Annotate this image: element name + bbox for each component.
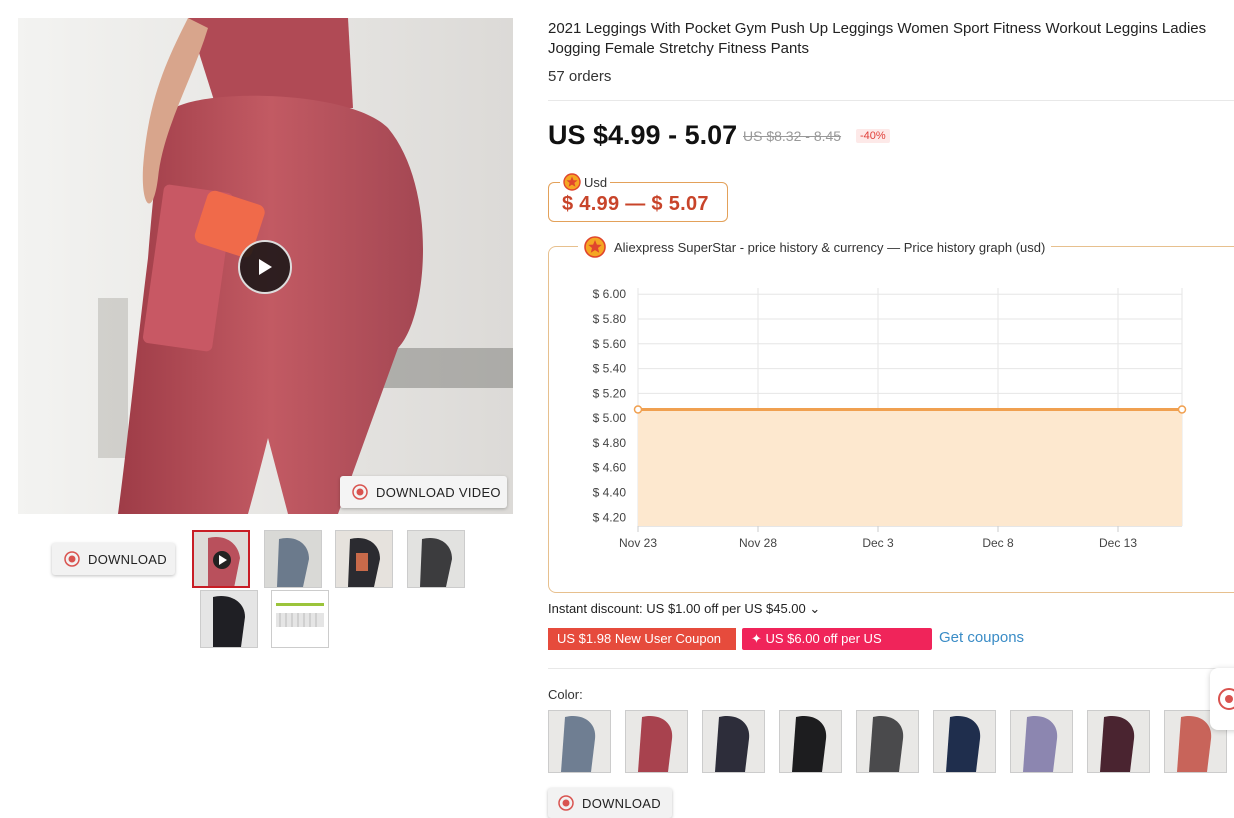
color-swatch[interactable] [1010, 710, 1073, 773]
download-label: DOWNLOAD [88, 551, 167, 567]
color-swatch[interactable] [856, 710, 919, 773]
color-swatch[interactable] [702, 710, 765, 773]
discount-badge: -40% [856, 129, 890, 143]
y-tick-label: $ 5.40 [593, 362, 627, 376]
x-tick-label: Nov 23 [619, 536, 657, 550]
superstar-icon [584, 236, 606, 258]
data-point [633, 405, 643, 414]
download-video-button[interactable]: DOWNLOAD VIDEO [340, 476, 507, 508]
thumbnail-image[interactable] [335, 530, 393, 588]
thumbnail-image[interactable] [200, 590, 258, 648]
currency-price-range: $ 4.99 — $ 5.07 [562, 193, 709, 215]
original-price: US $8.32 - 8.45 [743, 128, 842, 144]
current-price: US $4.99 - 5.07 [548, 120, 738, 150]
store-coupon[interactable]: ✦ US $6.00 off per US $65.00 [742, 628, 932, 668]
thumbnail-image[interactable] [407, 530, 465, 588]
y-tick-label: $ 4.60 [593, 461, 627, 475]
play-video-button[interactable] [238, 240, 292, 294]
new-user-coupon[interactable]: US $1.98 New User Coupon [548, 628, 736, 650]
y-tick-label: $ 5.00 [593, 411, 627, 425]
instant-discount[interactable]: Instant discount: US $1.00 off per US $4… [548, 601, 820, 617]
thumbnail-video[interactable] [192, 530, 250, 588]
price-history-title: Aliexpress SuperStar - price history & c… [578, 236, 1052, 258]
play-icon [259, 259, 272, 275]
color-label: Color: [548, 687, 583, 702]
data-point [1177, 405, 1187, 414]
target-icon [558, 795, 574, 811]
target-icon [352, 484, 368, 500]
orders-count: 57 orders [548, 68, 612, 85]
panel-border [1084, 246, 1234, 247]
download-button[interactable]: DOWNLOAD [52, 543, 175, 575]
y-tick-label: $ 5.80 [593, 312, 627, 326]
x-tick-label: Dec 3 [862, 536, 894, 550]
y-tick-label: $ 4.80 [593, 436, 627, 450]
color-swatch[interactable] [779, 710, 842, 773]
color-swatch[interactable] [933, 710, 996, 773]
y-tick-label: $ 4.40 [593, 486, 627, 500]
x-axis: Nov 23 Nov 28 Dec 3 Dec 8 Dec 13 [619, 526, 1137, 550]
y-tick-label: $ 6.00 [593, 287, 627, 301]
target-icon [1218, 688, 1234, 710]
thumbnail-size-chart[interactable] [271, 590, 329, 648]
get-coupons-link[interactable]: Get coupons [939, 629, 1024, 646]
y-tick-label: $ 5.60 [593, 337, 627, 351]
color-swatch[interactable] [1087, 710, 1150, 773]
color-swatch[interactable] [548, 710, 611, 773]
x-tick-label: Dec 8 [982, 536, 1014, 550]
price-area [638, 409, 1182, 526]
currency-label: Usd [560, 173, 611, 191]
y-tick-label: $ 5.20 [593, 386, 627, 400]
price-history-chart[interactable]: $ 6.00 $ 5.80 $ 5.60 $ 5.40 $ 5.20 $ 5.00 $ 4.… [580, 280, 1200, 570]
color-swatch[interactable] [625, 710, 688, 773]
thumbnail-image[interactable] [264, 530, 322, 588]
download-button[interactable]: DOWNLOAD [548, 788, 672, 818]
y-axis: $ 6.00 $ 5.80 $ 5.60 $ 5.40 $ 5.20 $ 5.00 $ 4.… [593, 287, 627, 524]
y-tick-label: $ 4.20 [593, 510, 627, 524]
target-icon [64, 551, 80, 567]
side-widget[interactable] [1210, 668, 1234, 730]
product-title: 2021 Leggings With Pocket Gym Push Up Le… [548, 20, 1207, 57]
divider [548, 668, 1234, 669]
divider [548, 100, 1234, 101]
download-video-label: DOWNLOAD VIDEO [376, 484, 501, 500]
x-tick-label: Nov 28 [739, 536, 777, 550]
superstar-icon [563, 173, 581, 191]
x-tick-label: Dec 13 [1099, 536, 1137, 550]
